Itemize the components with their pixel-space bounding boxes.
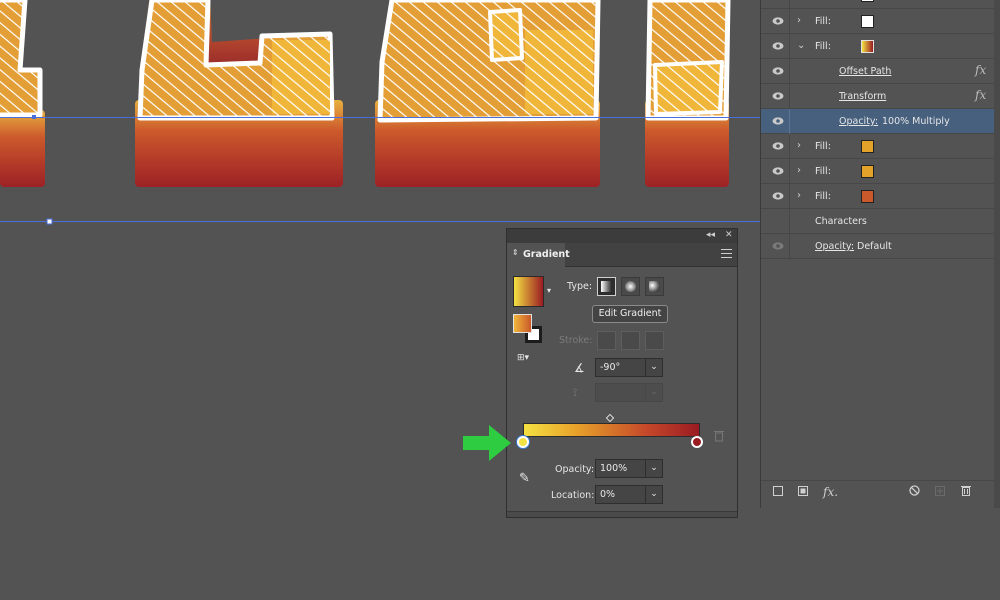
delete-stop-icon[interactable] <box>714 427 726 442</box>
stroke-swatch[interactable] <box>861 0 874 2</box>
fill-swatch[interactable] <box>861 15 874 28</box>
opacity-link[interactable]: Opacity: <box>839 116 878 127</box>
stroke-label: Stroke: <box>559 335 593 346</box>
appearance-row-partial <box>761 0 994 12</box>
eye-icon[interactable] <box>772 116 784 126</box>
fill-indicator[interactable] <box>513 314 532 333</box>
stroke-within-button[interactable] <box>597 331 616 350</box>
location-field[interactable]: 0% ⌄ <box>595 485 663 504</box>
appearance-row-fill-5[interactable]: › Fill: <box>761 184 994 209</box>
appearance-panel: › Fill: ⌄ Fill: Offset Path fx Transform… <box>760 0 1000 508</box>
appearance-row-opacity-default[interactable]: Opacity: Default <box>761 234 994 259</box>
appearance-row-fill-3[interactable]: › Fill: <box>761 134 994 159</box>
midpoint-diamond[interactable] <box>605 413 615 423</box>
appearance-row-characters[interactable]: Characters <box>761 209 994 234</box>
chevron-down-icon: ⌄ <box>645 384 662 401</box>
panel-tabbar: ⇕ Gradient <box>507 243 737 267</box>
chevron-down-icon[interactable]: ⌄ <box>645 359 662 376</box>
fill-label: Fill: <box>815 141 831 152</box>
eyedropper-icon[interactable]: ✎ <box>519 471 530 486</box>
stroke-across-button[interactable] <box>645 331 664 350</box>
fill-swatch[interactable] <box>861 140 874 153</box>
fill-swatch[interactable] <box>861 165 874 178</box>
opacity-link[interactable]: Opacity: <box>815 241 854 252</box>
chevron-down-icon[interactable]: ⌄ <box>645 460 662 477</box>
duplicate-item-icon[interactable] <box>933 485 947 499</box>
angle-field[interactable]: -90° ⌄ <box>595 358 663 377</box>
appearance-row-opacity-selected[interactable]: Opacity: 100% Multiply <box>761 109 994 134</box>
gradient-stop-end[interactable] <box>691 436 703 448</box>
radial-gradient-button[interactable] <box>621 277 640 296</box>
panel-menu-icon[interactable] <box>721 249 732 258</box>
add-effect-icon[interactable]: fx. <box>823 485 838 499</box>
edit-gradient-button[interactable]: Edit Gradient <box>592 305 668 323</box>
tab-gradient[interactable]: ⇕ Gradient <box>507 243 570 267</box>
aspect-ratio-field[interactable]: ⌄ <box>595 383 663 402</box>
artwork-letters[interactable] <box>0 0 760 230</box>
collapse-panel-icon[interactable]: ◂◂ <box>706 230 715 240</box>
eye-icon[interactable] <box>772 16 784 26</box>
add-fill-icon[interactable] <box>796 485 810 499</box>
fill-label: Fill: <box>815 41 831 52</box>
opacity-field[interactable]: 100% ⌄ <box>595 459 663 478</box>
opacity-label: Opacity: <box>555 464 595 475</box>
tab-arrows-icon: ⇕ <box>512 248 519 257</box>
expand-chevron-icon[interactable]: › <box>797 190 807 202</box>
appearance-footer: fx. <box>761 480 994 502</box>
appearance-row-offset-path[interactable]: Offset Path fx <box>761 59 994 84</box>
appearance-row-fill-1[interactable]: › Fill: <box>761 9 994 34</box>
gradient-panel: ◂◂ ✕ ⇕ Gradient ▾ ⊞▾ Type: Edit Gradient… <box>506 228 738 518</box>
preview-dropdown-icon[interactable]: ▾ <box>547 286 551 295</box>
close-panel-icon[interactable]: ✕ <box>725 230 733 240</box>
freeform-gradient-button[interactable] <box>645 277 664 296</box>
chevron-down-icon[interactable]: ⌄ <box>645 486 662 503</box>
offset-path-link[interactable]: Offset Path <box>839 66 891 77</box>
gradient-fill-swatch[interactable] <box>861 40 874 53</box>
add-stroke-icon[interactable] <box>771 485 785 499</box>
expand-chevron-icon[interactable]: › <box>797 15 807 27</box>
stroke-along-button[interactable] <box>621 331 640 350</box>
fill-label: Fill: <box>815 191 831 202</box>
highlight-arrow-icon <box>463 425 511 461</box>
panel-titlebar[interactable]: ◂◂ ✕ <box>507 229 737 243</box>
fx-icon[interactable]: fx <box>975 88 986 102</box>
eye-icon[interactable] <box>772 41 784 51</box>
transform-link[interactable]: Transform <box>839 91 886 102</box>
gradient-preview-swatch[interactable] <box>513 276 544 307</box>
fill-swatch[interactable] <box>861 190 874 203</box>
opacity-value: 100% Multiply <box>882 116 950 127</box>
panel-resize-grip[interactable] <box>507 511 737 517</box>
aspect-ratio-icon: ⟟ <box>573 386 578 399</box>
angle-icon: ∡ <box>574 361 585 375</box>
gradient-slider[interactable] <box>523 423 700 437</box>
swap-fill-stroke-icon[interactable]: ⊞▾ <box>517 353 529 363</box>
appearance-scrollbar[interactable] <box>994 0 1000 508</box>
delete-item-icon[interactable] <box>959 485 973 499</box>
eye-icon[interactable] <box>772 241 784 251</box>
location-label: Location: <box>551 490 595 501</box>
expand-chevron-icon[interactable]: › <box>797 165 807 177</box>
characters-label: Characters <box>815 216 867 227</box>
eye-icon[interactable] <box>772 166 784 176</box>
type-label: Type: <box>567 281 593 292</box>
opacity-value: Default <box>857 241 892 252</box>
eye-icon[interactable] <box>772 191 784 201</box>
fill-label: Fill: <box>815 166 831 177</box>
eye-icon[interactable] <box>772 141 784 151</box>
eye-icon[interactable] <box>772 66 784 76</box>
appearance-row-fill-4[interactable]: › Fill: <box>761 159 994 184</box>
collapse-chevron-icon[interactable]: ⌄ <box>797 40 807 52</box>
linear-gradient-button[interactable] <box>597 277 616 296</box>
expand-chevron-icon[interactable]: › <box>797 140 807 152</box>
clear-appearance-icon[interactable] <box>907 485 921 499</box>
appearance-row-fill-2[interactable]: ⌄ Fill: <box>761 34 994 59</box>
gradient-stop-start[interactable] <box>517 436 529 448</box>
eye-icon[interactable] <box>772 91 784 101</box>
artboard-canvas[interactable]: › Fill: ⌄ Fill: Offset Path fx Transform… <box>0 0 1000 600</box>
fill-label: Fill: <box>815 16 831 27</box>
fx-icon[interactable]: fx <box>975 63 986 77</box>
appearance-row-transform[interactable]: Transform fx <box>761 84 994 109</box>
